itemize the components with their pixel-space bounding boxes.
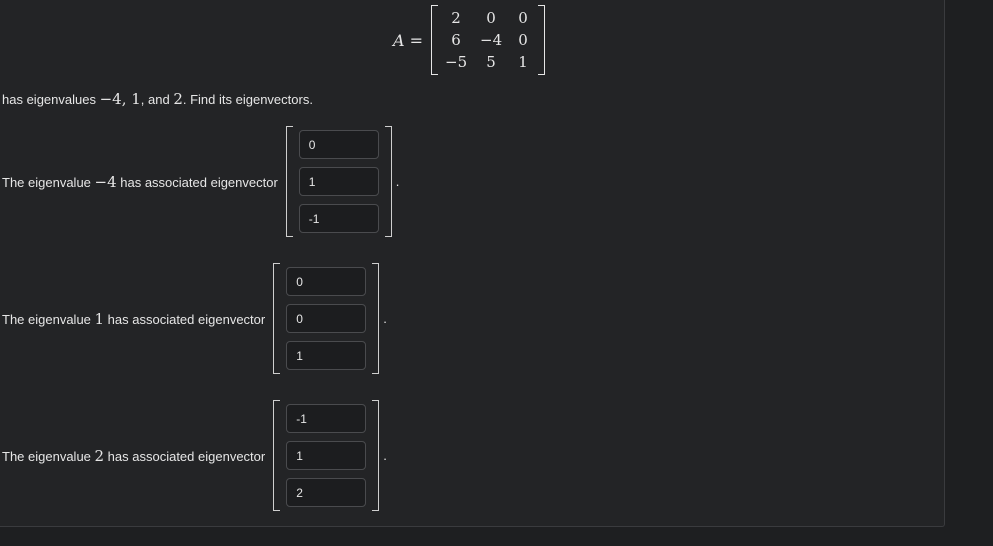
- matrix-entry: −4: [480, 31, 503, 49]
- matrix-entry: −5: [445, 53, 468, 71]
- label-text: has associated eigenvector: [116, 174, 278, 190]
- problem-panel: A = 2 0 0 6 −4 0 −5 5 1 has eigenvalues …: [0, 0, 945, 527]
- vector-entry-input[interactable]: [298, 130, 379, 159]
- vector-input: [273, 263, 380, 374]
- vector-right-bracket: [372, 263, 380, 374]
- eigenvector-label: The eigenvalue 1 has associated eigenvec…: [2, 310, 265, 328]
- eigenvector-label: The eigenvalue 2 has associated eigenvec…: [2, 447, 265, 465]
- matrix-symbol: A: [393, 30, 405, 50]
- vector-left-bracket: [273, 263, 281, 374]
- matrix-entry: 2: [451, 9, 461, 27]
- equals-sign: =: [409, 30, 424, 50]
- vector-entries: [293, 126, 385, 237]
- eigenvalue-1: −4: [99, 90, 122, 108]
- intro-sep: ,: [121, 90, 132, 108]
- vector-entry-input[interactable]: [286, 267, 367, 296]
- label-text: The eigenvalue: [2, 311, 95, 327]
- eigenvalue: −4: [94, 172, 117, 191]
- vector-right-bracket: [372, 400, 380, 511]
- label-text: has associated eigenvector: [104, 448, 266, 464]
- vector-input: [273, 400, 380, 511]
- eigenvector-row-3: The eigenvalue 2 has associated eigenvec…: [2, 400, 387, 511]
- eigenvalue-2: 1: [131, 90, 141, 108]
- matrix-left-bracket: [431, 5, 439, 75]
- problem-statement: has eigenvalues −4, 1, and 2. Find its e…: [2, 90, 313, 108]
- vector-entry-input[interactable]: [286, 341, 367, 370]
- vector-entry-input[interactable]: [286, 404, 367, 433]
- intro-sep: , and: [140, 92, 174, 107]
- period: .: [383, 311, 387, 326]
- vector-entry-input[interactable]: [286, 304, 367, 333]
- vector-entry-input[interactable]: [298, 204, 379, 233]
- vector-entries: [280, 400, 372, 511]
- matrix-right-bracket: [538, 5, 546, 75]
- eigenvalue: 1: [94, 309, 105, 328]
- label-text: The eigenvalue: [2, 174, 95, 190]
- vector-left-bracket: [285, 126, 293, 237]
- matrix-lhs: A =: [393, 31, 423, 50]
- period: .: [383, 448, 387, 463]
- vector-entry-input[interactable]: [286, 441, 367, 470]
- vector-entries: [280, 263, 372, 374]
- vector-left-bracket: [273, 400, 281, 511]
- label-text: has associated eigenvector: [104, 311, 266, 327]
- matrix-entry: 0: [518, 9, 528, 27]
- period: .: [395, 174, 400, 189]
- matrix-entry: 0: [518, 31, 528, 49]
- vector-entry-input[interactable]: [286, 478, 367, 507]
- vector-right-bracket: [384, 126, 392, 237]
- vector-input: [285, 126, 392, 237]
- matrix-entry: 5: [486, 53, 496, 71]
- eigenvector-label: The eigenvalue −4 has associated eigenve…: [2, 173, 278, 191]
- intro-text: has eigenvalues: [2, 92, 100, 107]
- label-text: The eigenvalue: [2, 448, 95, 464]
- eigenvector-row-2: The eigenvalue 1 has associated eigenvec…: [2, 263, 387, 374]
- matrix-a: A = 2 0 0 6 −4 0 −5 5 1: [393, 4, 546, 76]
- intro-text: . Find its eigenvectors.: [182, 92, 313, 107]
- eigenvalue: 2: [94, 446, 105, 465]
- matrix-entries: 2 0 0 6 −4 0 −5 5 1: [438, 7, 538, 73]
- vector-entry-input[interactable]: [298, 167, 379, 196]
- matrix-entry: 6: [451, 31, 461, 49]
- eigenvalue-3: 2: [173, 90, 183, 108]
- matrix-entry: 0: [486, 9, 496, 27]
- eigenvector-row-1: The eigenvalue −4 has associated eigenve…: [2, 126, 399, 237]
- matrix-entry: 1: [518, 53, 528, 71]
